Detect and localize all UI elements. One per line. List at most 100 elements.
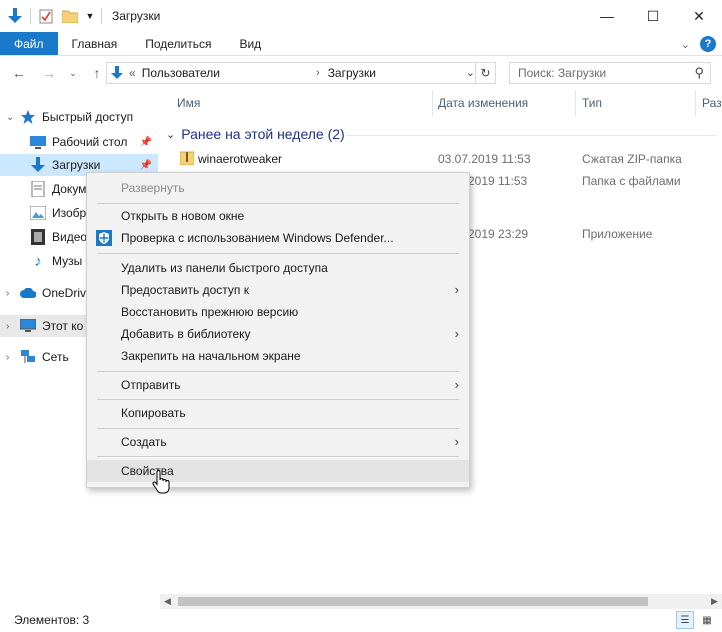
- chevron-right-icon[interactable]: ›: [6, 321, 16, 332]
- menu-separator: [97, 253, 459, 254]
- music-icon: ♪: [34, 252, 42, 270]
- column-divider[interactable]: [695, 90, 696, 116]
- menu-label: Удалить из панели быстрого доступа: [121, 261, 328, 275]
- file-type: Приложение: [582, 227, 653, 241]
- nav-quick-access[interactable]: ⌄ Быстрый доступ: [0, 106, 158, 128]
- menu-item-give-access[interactable]: Предоставить доступ к ›: [87, 279, 469, 301]
- properties-checklist-icon[interactable]: [37, 7, 55, 25]
- menu-item-restore-previous[interactable]: Восстановить прежнюю версию: [87, 301, 469, 323]
- menu-label: Добавить в библиотеку: [121, 327, 251, 341]
- recent-locations-icon[interactable]: ⌄: [62, 62, 84, 84]
- nav-label: Сеть: [42, 350, 69, 364]
- tab-view[interactable]: Вид: [225, 32, 275, 55]
- documents-icon: [30, 181, 46, 197]
- column-size[interactable]: Разм: [702, 96, 722, 110]
- zip-folder-icon: [179, 151, 195, 168]
- menu-item-new[interactable]: Создать ›: [87, 431, 469, 453]
- menu-item-defender-scan[interactable]: Проверка с использованием Windows Defend…: [87, 227, 469, 249]
- search-input[interactable]: Поиск: Загрузки ⚲: [509, 62, 711, 84]
- star-icon: [20, 109, 36, 125]
- window-controls: — ☐ ✕: [584, 0, 722, 32]
- nav-label: Видео: [52, 230, 88, 244]
- chevron-right-icon: ›: [454, 326, 459, 341]
- horizontal-scrollbar[interactable]: ◀ ▶: [160, 594, 722, 609]
- scroll-right-icon[interactable]: ▶: [707, 594, 722, 609]
- nav-label: Докум: [52, 182, 87, 196]
- column-date[interactable]: Дата изменения: [438, 96, 528, 110]
- file-type: Папка с файлами: [582, 174, 681, 188]
- tab-home[interactable]: Главная: [58, 32, 132, 55]
- group-label: Ранее на этой неделе (2): [181, 126, 345, 142]
- scrollbar-thumb[interactable]: [178, 597, 648, 606]
- video-icon: [30, 229, 46, 245]
- minimize-button[interactable]: —: [584, 0, 630, 32]
- menu-label: Открыть в новом окне: [121, 209, 245, 223]
- pin-icon: 📌: [139, 136, 152, 148]
- download-arrow-icon: [30, 157, 46, 173]
- file-date: 03.07.2019 11:53: [438, 152, 531, 166]
- menu-separator: [97, 371, 459, 372]
- refresh-icon[interactable]: ↻: [475, 63, 495, 83]
- pictures-icon: [30, 205, 46, 221]
- address-bar[interactable]: « Пользователи › Загрузки ⌄ ↻: [106, 62, 496, 84]
- menu-item-unpin-quick-access[interactable]: Удалить из панели быстрого доступа: [87, 257, 469, 279]
- menu-label: Предоставить доступ к: [121, 283, 249, 297]
- menu-item-send-to[interactable]: Отправить ›: [87, 374, 469, 396]
- customize-dropdown-icon[interactable]: ▼: [85, 7, 95, 25]
- forward-arrow-icon[interactable]: →: [38, 62, 60, 84]
- menu-label: Копировать: [121, 406, 186, 420]
- menu-item-copy[interactable]: Копировать: [87, 402, 469, 424]
- menu-label: Закрепить на начальном экране: [121, 349, 301, 363]
- large-icons-view-icon[interactable]: ▦: [698, 611, 716, 629]
- back-arrow-icon[interactable]: ←: [8, 62, 30, 84]
- menu-item-open-new-window[interactable]: Открыть в новом окне: [87, 205, 469, 227]
- address-overflow[interactable]: «: [129, 66, 136, 80]
- new-folder-icon[interactable]: [61, 7, 79, 25]
- maximize-button[interactable]: ☐: [630, 0, 676, 32]
- column-divider[interactable]: [575, 90, 576, 116]
- chevron-right-icon[interactable]: ›: [316, 67, 320, 79]
- breadcrumb-downloads[interactable]: Загрузки: [328, 66, 376, 80]
- nav-desktop[interactable]: Рабочий стол 📌: [0, 131, 158, 153]
- menu-item-add-to-library[interactable]: Добавить в библиотеку ›: [87, 323, 469, 345]
- breadcrumb-users[interactable]: Пользователи: [142, 66, 220, 80]
- column-divider[interactable]: [432, 90, 433, 116]
- chevron-down-icon[interactable]: ⌄: [466, 66, 475, 79]
- file-date: 2019 11:53: [468, 174, 528, 188]
- menu-separator: [97, 399, 459, 400]
- help-icon[interactable]: ?: [700, 36, 716, 52]
- close-button[interactable]: ✕: [676, 0, 722, 32]
- separator: [101, 8, 102, 24]
- up-arrow-icon[interactable]: ↑: [86, 62, 108, 84]
- file-row[interactable]: winaerotweaker 03.07.2019 11:53 Сжатая Z…: [158, 148, 722, 170]
- menu-label: Развернуть: [121, 181, 185, 195]
- nav-label: Изобр: [52, 206, 87, 220]
- menu-separator: [97, 428, 459, 429]
- chevron-down-icon[interactable]: ⌄: [6, 112, 16, 123]
- separator: [30, 8, 31, 24]
- navigation-bar: ← → ⌄ ↑ « Пользователи › Загрузки ⌄ ↻ По…: [0, 56, 722, 90]
- column-name[interactable]: Имя: [177, 96, 200, 110]
- menu-item-expand[interactable]: Развернуть: [87, 177, 469, 199]
- file-date: 2019 23:29: [468, 227, 529, 241]
- chevron-right-icon[interactable]: ›: [6, 288, 16, 299]
- pin-icon: 📌: [139, 159, 152, 171]
- scroll-left-icon[interactable]: ◀: [160, 594, 175, 609]
- title-bar: ▼ Загрузки — ☐ ✕: [0, 0, 722, 32]
- search-icon[interactable]: ⚲: [694, 65, 704, 81]
- group-header[interactable]: ⌄ Ранее на этой неделе (2): [166, 126, 716, 142]
- column-type[interactable]: Тип: [582, 96, 602, 110]
- menu-item-pin-to-start[interactable]: Закрепить на начальном экране: [87, 345, 469, 367]
- ribbon-tabs: Файл Главная Поделиться Вид ⌄ ?: [0, 32, 722, 56]
- menu-separator: [97, 456, 459, 457]
- computer-icon: [20, 318, 36, 334]
- expand-ribbon-icon[interactable]: ⌄: [681, 38, 690, 51]
- nav-label: Музы: [52, 254, 83, 268]
- tab-share[interactable]: Поделиться: [131, 32, 225, 55]
- nav-label: Рабочий стол: [52, 135, 128, 149]
- details-view-icon[interactable]: ☰: [676, 611, 694, 629]
- tab-file[interactable]: Файл: [0, 32, 58, 55]
- chevron-right-icon[interactable]: ›: [6, 352, 16, 363]
- chevron-down-icon[interactable]: ⌄: [166, 128, 175, 141]
- menu-item-properties[interactable]: Свойства: [87, 460, 469, 482]
